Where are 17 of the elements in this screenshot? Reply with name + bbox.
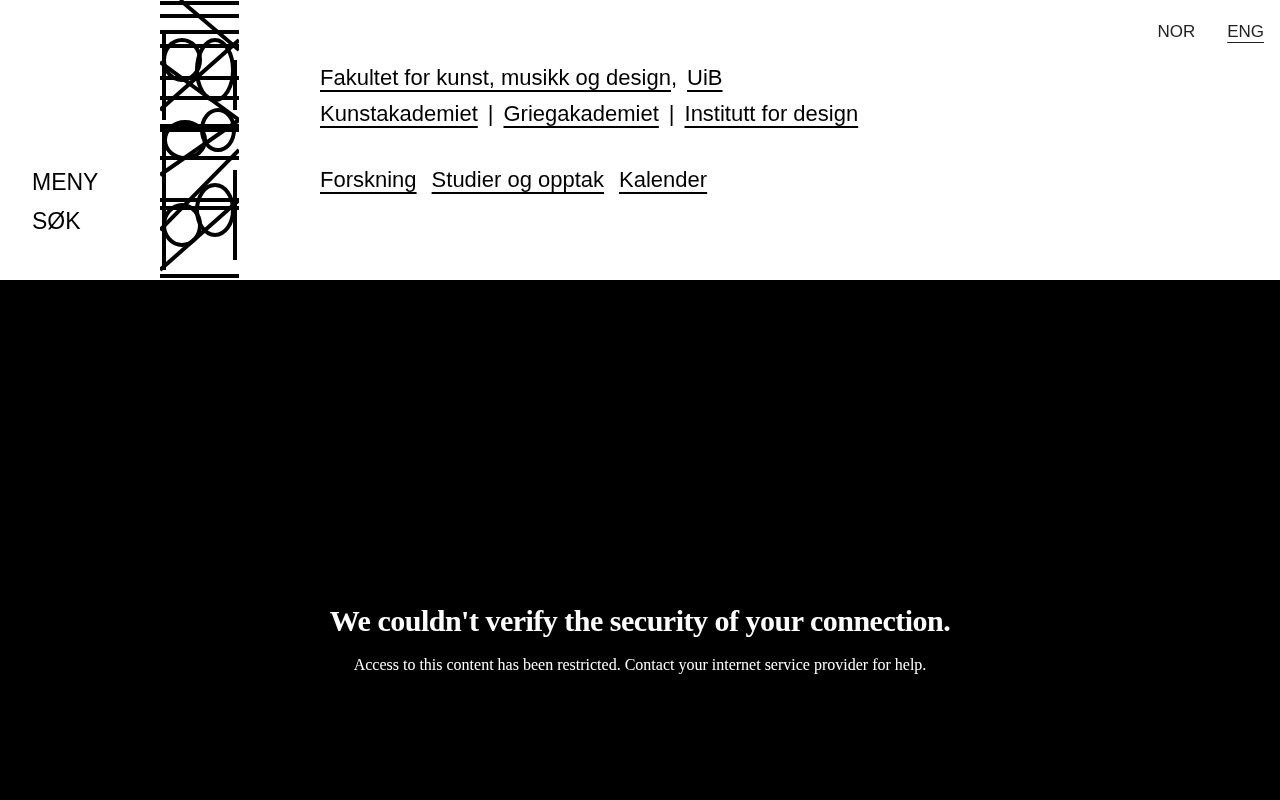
nav-link[interactable]: Fakultet for kunst, musikk og design: [320, 60, 671, 96]
error-title: We couldn't verify the security of your connection.: [329, 604, 951, 638]
language-link[interactable]: NOR: [1157, 22, 1196, 42]
nav-link[interactable]: Kalender: [619, 162, 708, 198]
nav-link[interactable]: Forskning: [320, 162, 417, 198]
language-link[interactable]: ENG: [1227, 22, 1264, 42]
nav-link[interactable]: Kunstakademiet: [320, 96, 478, 132]
nav-link[interactable]: Studier og opptak: [431, 162, 605, 198]
separator: |: [668, 100, 675, 128]
separator: ,: [670, 64, 678, 92]
error-message: Access to this content has been restricted. Contact your internet service provider for help.: [353, 656, 927, 674]
nav-link[interactable]: Griegakademiet: [503, 96, 659, 132]
nav-link[interactable]: Institutt for design: [684, 96, 859, 132]
separator: |: [487, 100, 494, 128]
nav-link[interactable]: UiB: [687, 60, 723, 96]
menu-link[interactable]: SØK: [32, 207, 81, 236]
menu-link[interactable]: MENY: [32, 168, 99, 197]
